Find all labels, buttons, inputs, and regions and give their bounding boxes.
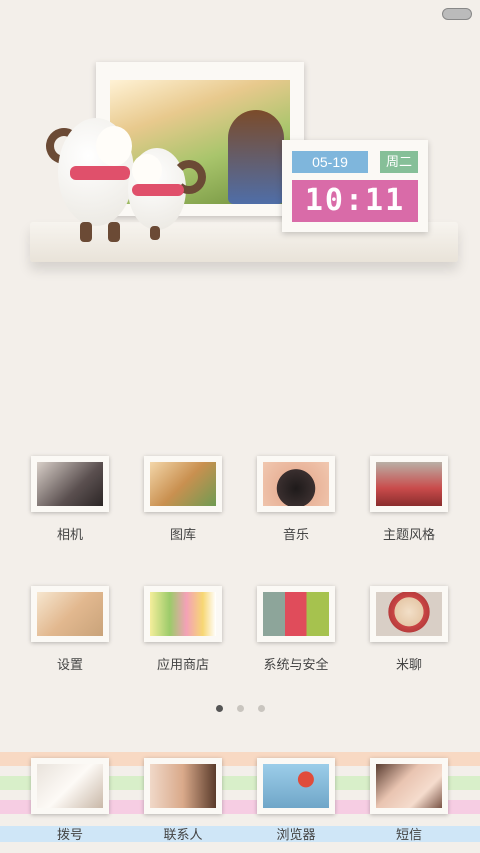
date-badge: 05-19 bbox=[292, 151, 368, 173]
app-security[interactable]: 系统与安全 bbox=[246, 586, 346, 673]
photo-person bbox=[228, 110, 284, 204]
camera-icon bbox=[31, 456, 109, 512]
app-label: 短信 bbox=[395, 827, 422, 842]
app-label: 联系人 bbox=[163, 827, 203, 842]
app-browser[interactable]: 浏览器 bbox=[246, 758, 346, 843]
music-icon bbox=[257, 456, 335, 512]
app-settings[interactable]: 设置 bbox=[20, 586, 120, 673]
app-miliao[interactable]: 米聊 bbox=[359, 586, 459, 673]
app-label: 米聊 bbox=[395, 657, 422, 672]
themes-icon bbox=[370, 456, 448, 512]
app-label: 图库 bbox=[169, 527, 196, 542]
app-label: 音乐 bbox=[282, 527, 309, 542]
app-dialer[interactable]: 拨号 bbox=[20, 758, 120, 843]
app-label: 应用商店 bbox=[156, 657, 209, 672]
app-store[interactable]: 应用商店 bbox=[133, 586, 233, 673]
miliao-icon bbox=[370, 586, 448, 642]
store-icon bbox=[144, 586, 222, 642]
page-dot[interactable] bbox=[215, 705, 223, 712]
app-label: 相机 bbox=[56, 527, 83, 542]
security-icon bbox=[257, 586, 335, 642]
app-label: 设置 bbox=[56, 657, 83, 672]
app-label: 浏览器 bbox=[276, 827, 316, 842]
app-label: 拨号 bbox=[56, 827, 83, 842]
page-dot[interactable] bbox=[236, 705, 244, 712]
page-dot[interactable] bbox=[257, 705, 265, 712]
phone-icon bbox=[31, 758, 109, 814]
app-camera[interactable]: 相机 bbox=[20, 456, 120, 543]
app-messages[interactable]: 短信 bbox=[359, 758, 459, 843]
time-display: 10:11 bbox=[292, 180, 418, 222]
browser-icon bbox=[257, 758, 335, 814]
weekday-badge: 周二 bbox=[380, 151, 418, 173]
message-icon bbox=[370, 758, 448, 814]
clock-card[interactable]: 05-19 周二 10:11 bbox=[282, 140, 428, 232]
app-label: 系统与安全 bbox=[263, 657, 329, 672]
settings-icon bbox=[31, 586, 109, 642]
gallery-icon bbox=[144, 456, 222, 512]
battery-icon bbox=[442, 8, 472, 20]
app-contacts[interactable]: 联系人 bbox=[133, 758, 233, 843]
page-indicator[interactable] bbox=[0, 699, 480, 717]
app-themes[interactable]: 主题风格 bbox=[359, 456, 459, 543]
app-label: 主题风格 bbox=[382, 527, 435, 542]
app-gallery[interactable]: 图库 bbox=[133, 456, 233, 543]
app-music[interactable]: 音乐 bbox=[246, 456, 346, 543]
contacts-icon bbox=[144, 758, 222, 814]
